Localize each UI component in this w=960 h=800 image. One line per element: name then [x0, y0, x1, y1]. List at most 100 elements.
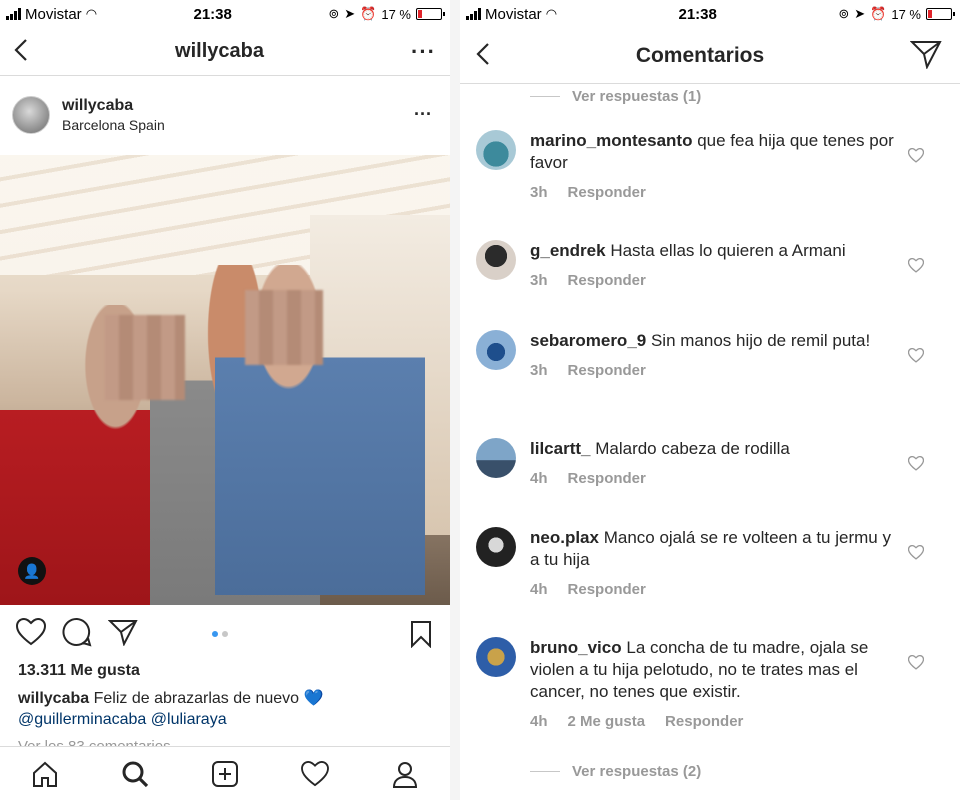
comment-row: marino_montesanto que fea hija que tenes…	[460, 130, 950, 204]
comment-time: 3h	[530, 362, 548, 379]
lock-rotation-icon: ⊚	[838, 6, 850, 21]
view-all-comments-link[interactable]: Ver los 83 comentarios	[18, 738, 171, 746]
caption-username[interactable]: willycaba	[18, 690, 89, 707]
signal-icon	[6, 8, 21, 20]
heart-icon[interactable]	[295, 754, 335, 794]
avatar[interactable]	[476, 527, 516, 567]
comment-like-icon[interactable]	[907, 455, 925, 476]
comment-row: sebaromero_9 Sin manos hijo de remil put…	[460, 330, 950, 382]
comment-text-block: marino_montesanto que fea hija que tenes…	[530, 130, 900, 174]
battery-percent: 17 %	[381, 6, 411, 22]
post-actions	[0, 612, 450, 656]
alarm-icon: ⏰	[360, 6, 377, 21]
comment-meta: 4h Responder	[530, 468, 900, 490]
reply-button[interactable]: Responder	[568, 360, 646, 382]
battery-percent: 17 %	[891, 6, 921, 22]
comment-text-block: g_endrek Hasta ellas lo quieren a Armani	[530, 240, 900, 262]
reply-button[interactable]: Responder	[568, 468, 646, 490]
comment-username[interactable]: bruno_vico	[530, 638, 622, 657]
bookmark-icon[interactable]	[410, 620, 432, 653]
comment-body: bruno_vico La concha de tu madre, ojala …	[530, 637, 900, 733]
nav-title: Comentarios	[635, 43, 765, 67]
caption-text: Feliz de abrazarlas de nuevo	[93, 690, 300, 707]
comment-username[interactable]: neo.plax	[530, 528, 599, 547]
comment-time: 4h	[530, 581, 548, 598]
comment-like-icon[interactable]	[907, 544, 925, 565]
comment-body: neo.plax Manco ojalá se re volteen a tu …	[530, 527, 900, 601]
status-bar: Movistar ◠ 21:38 ⊚ ➤ ⏰ 17 %	[460, 0, 960, 28]
wifi-icon: ◠	[545, 6, 558, 21]
post-screen: Movistar ◠ 21:38 ⊚ ➤ ⏰ 17 % willycaba ··…	[0, 0, 450, 800]
profile-icon[interactable]	[385, 754, 425, 794]
comment-meta: 4h 2 Me gusta Responder	[530, 711, 900, 733]
user-tag-icon[interactable]: 👤	[18, 557, 46, 585]
comment-body: g_endrek Hasta ellas lo quieren a Armani…	[530, 240, 900, 292]
comment-text: Sin manos hijo de remil puta!	[650, 331, 871, 350]
comment-like-icon[interactable]	[907, 347, 925, 368]
caption-mention[interactable]: @guillerminacaba	[18, 711, 146, 728]
view-replies-link[interactable]: Ver respuestas (2)	[460, 761, 701, 781]
status-time: 21:38	[193, 5, 232, 23]
comment-row: g_endrek Hasta ellas lo quieren a Armani…	[460, 240, 950, 292]
more-options-icon[interactable]: ···	[411, 40, 436, 63]
direct-send-icon[interactable]	[909, 39, 942, 73]
comment-username[interactable]: lilcartt_	[530, 439, 590, 458]
comment-meta: 4h Responder	[530, 579, 900, 601]
avatar[interactable]	[476, 240, 516, 280]
add-icon[interactable]	[205, 754, 245, 794]
post-location[interactable]: Barcelona Spain	[62, 117, 165, 133]
comment-like-count[interactable]: 2 Me gusta	[568, 711, 646, 733]
like-count[interactable]: 13.311 Me gusta	[18, 662, 140, 680]
avatar[interactable]	[476, 130, 516, 170]
post-more-icon[interactable]: ···	[414, 104, 432, 125]
back-icon[interactable]	[14, 38, 28, 66]
post-header: willycaba Barcelona Spain ···	[0, 76, 450, 154]
view-replies-label[interactable]: Ver respuestas (1)	[572, 88, 701, 105]
post-username[interactable]: willycaba	[62, 97, 165, 115]
avatar[interactable]	[12, 96, 50, 134]
comment-like-icon[interactable]	[907, 654, 925, 675]
comment-username[interactable]: marino_montesanto	[530, 131, 692, 150]
avatar[interactable]	[476, 438, 516, 478]
comment-icon[interactable]	[62, 617, 92, 652]
comment-username[interactable]: g_endrek	[530, 241, 606, 260]
comment-text-block: bruno_vico La concha de tu madre, ojala …	[530, 637, 900, 703]
comment-body: sebaromero_9 Sin manos hijo de remil put…	[530, 330, 900, 382]
post-caption: willycaba Feliz de abrazarlas de nuevo 💙…	[18, 688, 438, 730]
reply-button[interactable]: Responder	[665, 711, 743, 733]
avatar[interactable]	[476, 637, 516, 677]
carrier-label: Movistar	[485, 5, 542, 23]
reply-button[interactable]: Responder	[568, 579, 646, 601]
like-icon[interactable]	[15, 617, 47, 651]
avatar[interactable]	[476, 330, 516, 370]
post-photo[interactable]: 👤	[0, 155, 450, 605]
comment-username[interactable]: sebaromero_9	[530, 331, 646, 350]
carousel-indicator	[212, 631, 228, 637]
signal-icon	[466, 8, 481, 20]
comment-time: 3h	[530, 184, 548, 201]
back-icon[interactable]	[476, 42, 490, 70]
comments-screen: Movistar ◠ 21:38 ⊚ ➤ ⏰ 17 % Comentarios …	[460, 0, 960, 800]
share-icon[interactable]	[107, 618, 138, 651]
caption-mention[interactable]: @luliaraya	[151, 711, 227, 728]
nav-title: willycaba	[175, 40, 264, 62]
location-icon: ➤	[344, 6, 356, 21]
comments-navbar: Comentarios	[460, 28, 960, 84]
view-replies-link[interactable]: Ver respuestas (1)	[460, 86, 701, 106]
home-icon[interactable]	[25, 754, 65, 794]
reply-button[interactable]: Responder	[568, 270, 646, 292]
comment-text: Hasta ellas lo quieren a Armani	[610, 241, 846, 260]
comment-body: marino_montesanto que fea hija que tenes…	[530, 130, 900, 204]
carrier-label: Movistar	[25, 5, 82, 23]
comment-row: neo.plax Manco ojalá se re volteen a tu …	[460, 527, 950, 601]
search-icon[interactable]	[115, 754, 155, 794]
pixelated-face	[245, 290, 323, 365]
alarm-icon: ⏰	[870, 6, 887, 21]
location-icon: ➤	[854, 6, 866, 21]
reply-button[interactable]: Responder	[568, 182, 646, 204]
view-replies-label[interactable]: Ver respuestas (2)	[572, 763, 701, 780]
comment-like-icon[interactable]	[907, 147, 925, 168]
panel-divider	[450, 0, 460, 800]
comment-meta: 3h Responder	[530, 270, 900, 292]
comment-like-icon[interactable]	[907, 257, 925, 278]
